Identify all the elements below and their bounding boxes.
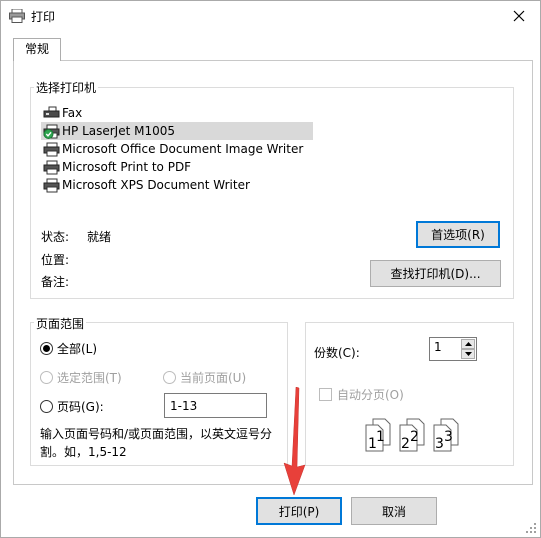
printer-item-office-image-writer[interactable]: Microsoft Office Document Image Writer: [41, 140, 313, 158]
checkbox-box: [319, 388, 332, 401]
find-printer-button-label: 查找打印机(D)...: [390, 267, 481, 281]
printer-list[interactable]: Fax HP LaserJet M1005 Microsoft Office D…: [41, 104, 313, 196]
printer-icon: [43, 142, 60, 156]
radio-circle: [40, 400, 53, 413]
copies-value: 1: [434, 340, 442, 354]
page-range-help-text: 输入页面号码和/或页面范围，以英文逗号分 割。如，1,5-12: [40, 425, 285, 461]
radio-circle: [40, 371, 53, 384]
printer-name: Microsoft Office Document Image Writer: [62, 142, 304, 156]
collate-illustration: 1 1 2 2 3 3: [365, 418, 459, 452]
preferences-button[interactable]: 首选项(R): [416, 221, 500, 248]
chevron-down-icon: [464, 352, 472, 356]
collate-page-number: 2: [410, 429, 419, 445]
collate-page-number: 3: [435, 436, 444, 452]
status-label: 状态:: [41, 230, 70, 244]
printer-item-xps-writer[interactable]: Microsoft XPS Document Writer: [41, 176, 313, 194]
printer-name: HP LaserJet M1005: [62, 124, 176, 138]
close-button[interactable]: [498, 1, 540, 31]
printer-item-fax[interactable]: Fax: [41, 104, 313, 122]
tab-general[interactable]: 常规: [13, 38, 61, 61]
status-value: 就绪: [87, 230, 112, 244]
print-button[interactable]: 打印(P): [256, 497, 342, 525]
collate-set-3: 3 3: [433, 418, 459, 452]
default-printer-icon: [43, 124, 60, 139]
radio-current-page-label: 当前页面(U): [180, 371, 247, 385]
radio-pages[interactable]: 页码(G):: [40, 398, 104, 415]
pages-input-value: 1-13: [170, 398, 198, 413]
printer-app-icon: [9, 9, 25, 23]
radio-all-pages[interactable]: 全部(L): [40, 340, 97, 357]
collate-page-number: 2: [401, 436, 410, 452]
comment-label: 备注:: [41, 275, 70, 289]
printer-name: Fax: [62, 106, 83, 120]
collate-page-number: 1: [376, 429, 385, 445]
copies-increment-button[interactable]: [461, 339, 475, 349]
radio-circle: [163, 371, 176, 384]
help-text-line2: 割。如，1,5-12: [40, 445, 127, 459]
close-icon: [513, 10, 525, 22]
collate-page-number: 3: [444, 429, 453, 445]
collate-checkbox-label: 自动分页(O): [337, 388, 404, 402]
chevron-up-icon: [464, 342, 472, 346]
help-text-line1: 输入页面号码和/或页面范围，以英文逗号分: [40, 427, 273, 441]
preferences-button-label: 首选项(R): [431, 228, 485, 242]
print-button-label: 打印(P): [278, 504, 320, 519]
copies-stepper[interactable]: 1: [429, 337, 477, 361]
radio-selection-label: 选定范围(T): [57, 371, 122, 385]
cancel-button-label: 取消: [381, 504, 406, 519]
find-printer-button[interactable]: 查找打印机(D)...: [370, 260, 501, 287]
radio-current-page[interactable]: 当前页面(U): [163, 369, 246, 386]
select-printer-group-title: 选择打印机: [34, 79, 99, 96]
page-range-group-title: 页面范围: [34, 315, 87, 332]
title-bar: 打印: [1, 1, 540, 31]
printer-icon: [43, 160, 60, 174]
window-title: 打印: [31, 10, 56, 24]
copies-label: 份数(C):: [314, 346, 360, 360]
cancel-button[interactable]: 取消: [351, 497, 437, 525]
collate-set-2: 2 2: [399, 418, 425, 452]
radio-pages-label: 页码(G):: [57, 400, 104, 414]
red-arrow-annotation: [283, 387, 306, 496]
fax-printer-icon: [43, 106, 60, 117]
printer-item-hp-laserjet[interactable]: HP LaserJet M1005: [41, 122, 313, 140]
collate-set-1: 1 1: [365, 418, 391, 452]
printer-name: Microsoft XPS Document Writer: [62, 178, 250, 192]
tab-general-label: 常规: [24, 42, 49, 56]
radio-all-pages-label: 全部(L): [57, 342, 98, 356]
radio-selection[interactable]: 选定范围(T): [40, 369, 122, 386]
resize-grip-icon[interactable]: [526, 523, 536, 533]
printer-name: Microsoft Print to PDF: [62, 160, 192, 174]
print-dialog: 打印 常规 选择打印机 Fax HP LaserJet M1005 Micros…: [0, 0, 541, 538]
copies-decrement-button[interactable]: [461, 349, 475, 359]
radio-circle: [40, 342, 53, 355]
printer-item-print-to-pdf[interactable]: Microsoft Print to PDF: [41, 158, 313, 176]
location-label: 位置:: [41, 253, 70, 267]
collate-checkbox[interactable]: 自动分页(O): [319, 386, 404, 403]
printer-icon: [43, 178, 60, 192]
pages-input[interactable]: 1-13: [164, 393, 267, 418]
